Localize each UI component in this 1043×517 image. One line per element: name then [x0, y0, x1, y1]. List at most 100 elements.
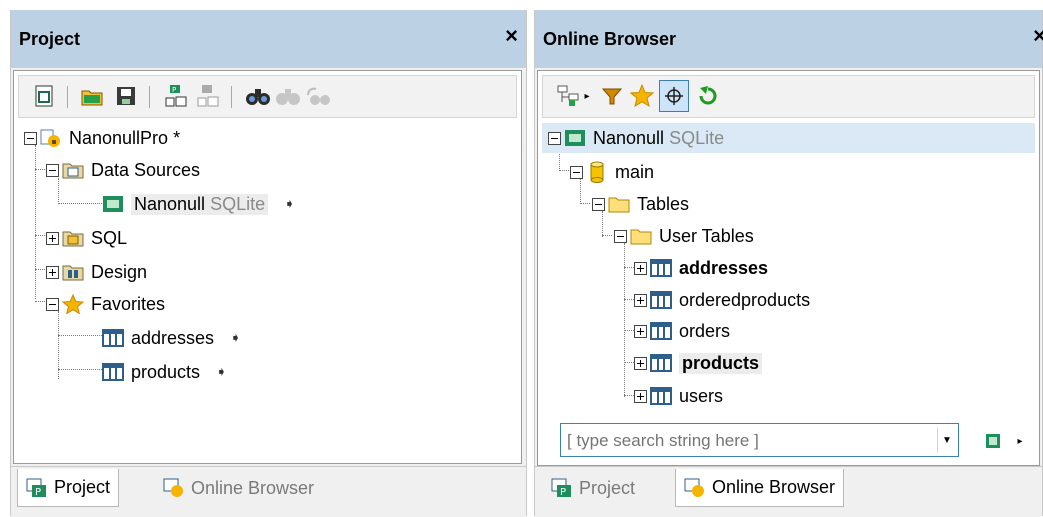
locate-object-icon[interactable] — [659, 80, 689, 112]
tree-label: SQL — [91, 227, 128, 248]
close-icon[interactable]: × — [505, 23, 518, 49]
tree-item-main[interactable]: main — [570, 157, 654, 187]
add-data-source-icon[interactable]: P — [163, 83, 189, 109]
connection-type-label: SQLite — [210, 193, 266, 214]
svg-text:P: P — [35, 487, 41, 498]
tree-label: users — [679, 385, 724, 406]
project-tab-icon: P — [26, 478, 48, 498]
tree-label: Nanonull — [593, 127, 665, 148]
close-icon[interactable]: × — [1033, 23, 1043, 49]
expand-icon[interactable] — [634, 356, 647, 370]
tree-label: User Tables — [659, 225, 754, 246]
project-title-bar: Project × — [11, 10, 526, 68]
database-icon — [586, 161, 608, 183]
expand-icon[interactable] — [634, 261, 647, 275]
tree-item-table-addresses[interactable]: addresses — [634, 253, 768, 283]
collapse-icon[interactable] — [548, 131, 561, 145]
online-browser-tab-icon — [163, 478, 185, 498]
tree-item-table-users[interactable]: users — [634, 381, 723, 411]
online-browser-toolbar: ▸ — [542, 75, 1035, 118]
new-project-icon[interactable] — [31, 83, 57, 109]
tree-label: NanonullPro * — [69, 127, 181, 148]
tree-item-fav-products[interactable]: products ➧ — [102, 357, 227, 387]
search-options-icon[interactable] — [983, 431, 1003, 451]
favorites-star-icon — [62, 294, 84, 314]
tree-label: orders — [679, 320, 731, 341]
tab-label: Online Browser — [191, 477, 315, 498]
tree-item-nanonull[interactable]: Nanonull SQLite ➧ — [102, 189, 295, 219]
dropdown-arrow-icon[interactable]: ▸ — [581, 83, 593, 109]
tree-item-favorites[interactable]: Favorites — [46, 289, 165, 319]
search-input[interactable] — [565, 428, 929, 454]
expand-icon[interactable] — [634, 389, 647, 403]
table-icon — [102, 328, 124, 348]
tree-label: Nanonull SQLite — [131, 193, 269, 215]
collapse-icon[interactable] — [46, 163, 59, 177]
table-icon — [650, 386, 672, 406]
project-tab-icon: P — [551, 478, 573, 498]
panel-title: Project — [19, 29, 81, 49]
tree-item-table-orderedproducts[interactable]: orderedproducts — [634, 285, 810, 315]
tree-item-fav-addresses[interactable]: addresses ➧ — [102, 323, 241, 353]
tab-project[interactable]: P Project — [543, 469, 643, 507]
open-project-icon[interactable] — [79, 83, 105, 109]
expand-icon[interactable] — [634, 324, 647, 338]
expand-icon[interactable] — [46, 265, 59, 279]
chevron-right-icon[interactable]: ▸ — [1013, 431, 1027, 451]
collapse-icon[interactable] — [614, 229, 627, 243]
table-icon — [102, 362, 124, 382]
data-sources-folder-icon — [62, 160, 84, 180]
expand-icon[interactable] — [634, 293, 647, 307]
chevron-down-icon[interactable]: ▼ — [937, 428, 956, 452]
find-next-icon[interactable] — [275, 83, 301, 109]
tree-item-sql[interactable]: SQL — [46, 223, 127, 253]
tab-online-browser[interactable]: Online Browser — [155, 469, 322, 507]
expand-icon[interactable] — [46, 231, 59, 245]
refresh-icon[interactable] — [695, 83, 721, 109]
tree-item-tables[interactable]: Tables — [592, 189, 689, 219]
favorites-star-icon[interactable] — [629, 83, 655, 109]
panel-title: Online Browser — [543, 29, 677, 49]
tree-item-nanonull-root[interactable]: Nanonull SQLite — [542, 123, 1035, 153]
svg-text:P: P — [560, 487, 566, 498]
tree-label: main — [615, 161, 655, 182]
tree-item-user-tables[interactable]: User Tables — [614, 221, 754, 251]
tree-label: Data Sources — [91, 159, 201, 180]
tree-item-table-products[interactable]: products — [634, 348, 763, 378]
collapse-icon[interactable] — [24, 131, 37, 145]
tree-item-project-root[interactable]: NanonullPro * — [24, 123, 180, 153]
online-browser-pane: ▸ Nanonull SQLite main Tables User Table… — [537, 70, 1040, 466]
organize-icon[interactable] — [555, 83, 581, 109]
arrow-right-icon[interactable]: ➧ — [216, 364, 227, 380]
filter-icon[interactable] — [599, 83, 625, 109]
remove-data-source-icon[interactable] — [195, 83, 221, 109]
connection-type-label: SQLite — [669, 127, 725, 148]
project-toolbar: P — [18, 75, 517, 118]
project-tree: NanonullPro * Data Sources Nanonull SQLit… — [18, 123, 517, 461]
project-icon — [40, 128, 62, 148]
project-panel: Project × P NanonullPro * Data Sources N… — [10, 10, 527, 517]
arrow-right-icon[interactable]: ➧ — [230, 330, 241, 346]
project-tree-pane: P NanonullPro * Data Sources Nanonull SQ… — [13, 70, 522, 464]
tree-label: orderedproducts — [679, 289, 811, 310]
online-browser-panel-tabs: P Project Online Browser — [535, 466, 1042, 517]
online-browser-tab-icon — [684, 478, 706, 498]
online-browser-title-bar: Online Browser × — [535, 10, 1043, 68]
tree-item-design[interactable]: Design — [46, 257, 147, 287]
tab-online-browser[interactable]: Online Browser — [675, 469, 845, 507]
table-icon — [650, 258, 672, 278]
search-box[interactable]: ▼ — [560, 423, 959, 457]
folder-icon — [630, 226, 652, 246]
tab-project[interactable]: P Project — [17, 469, 120, 507]
collapse-icon[interactable] — [592, 197, 605, 211]
tree-item-data-sources[interactable]: Data Sources — [46, 155, 200, 185]
tab-label: Project — [579, 477, 636, 498]
collapse-icon[interactable] — [46, 297, 59, 311]
save-project-icon[interactable] — [113, 83, 139, 109]
replace-icon[interactable] — [305, 83, 331, 109]
find-icon[interactable] — [245, 83, 271, 109]
arrow-right-icon[interactable]: ➧ — [284, 196, 295, 212]
tree-item-table-orders[interactable]: orders — [634, 316, 730, 346]
collapse-icon[interactable] — [570, 165, 583, 179]
sql-folder-icon — [62, 228, 84, 248]
